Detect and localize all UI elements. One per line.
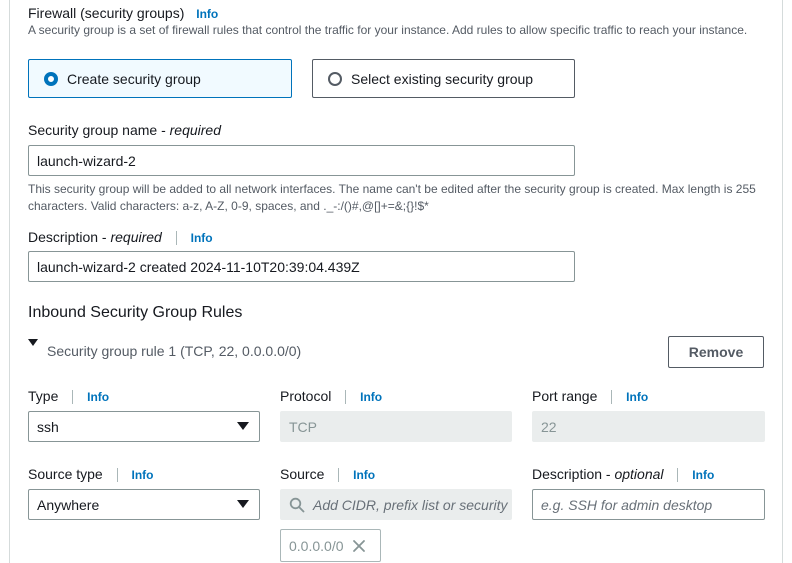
- security-group-name-input[interactable]: launch-wizard-2: [28, 145, 575, 176]
- divider: [345, 390, 347, 405]
- radio-selected-icon: [44, 71, 58, 86]
- divider: [338, 468, 340, 483]
- divider: [72, 390, 74, 405]
- rule-description-info-link[interactable]: Info: [692, 468, 714, 482]
- create-security-group-option[interactable]: Create security group: [28, 59, 292, 98]
- select-existing-security-group-label: Select existing security group: [351, 70, 534, 87]
- firewall-info-link[interactable]: Info: [196, 7, 218, 21]
- source-type-label-row: Source type Info: [28, 466, 154, 483]
- rule-title[interactable]: Security group rule 1 (TCP, 22, 0.0.0.0/…: [47, 343, 301, 359]
- source-search-input[interactable]: Add CIDR, prefix list or security: [280, 489, 512, 520]
- source-type-info-link[interactable]: Info: [132, 468, 154, 482]
- source-label-row: Source Info: [280, 466, 376, 483]
- close-icon[interactable]: [352, 539, 366, 553]
- protocol-info-link[interactable]: Info: [360, 390, 382, 404]
- remove-rule-button[interactable]: Remove: [668, 336, 764, 368]
- source-info-link[interactable]: Info: [353, 468, 375, 482]
- description-label-row: Description - required Info: [28, 229, 213, 246]
- port-range-info-link[interactable]: Info: [626, 390, 648, 404]
- description-info-link[interactable]: Info: [191, 231, 213, 245]
- divider: [175, 231, 177, 246]
- type-label-row: Type Info: [28, 388, 110, 405]
- search-icon: [289, 497, 305, 512]
- source-token: 0.0.0.0/0: [280, 529, 381, 562]
- inbound-rules-heading: Inbound Security Group Rules: [28, 304, 243, 321]
- description-input[interactable]: launch-wizard-2 created 2024-11-10T20:39…: [28, 251, 575, 282]
- port-range-label-row: Port range Info: [532, 388, 649, 405]
- firewall-title: Firewall (security groups): [28, 5, 185, 21]
- firewall-description: A security group is a set of firewall ru…: [28, 23, 748, 37]
- firewall-header: Firewall (security groups) Info: [28, 5, 218, 21]
- radio-unselected-icon: [328, 71, 342, 86]
- divider: [116, 468, 118, 483]
- protocol-label-row: Protocol Info: [280, 388, 383, 405]
- type-info-link[interactable]: Info: [87, 390, 109, 404]
- type-select[interactable]: ssh: [28, 411, 260, 442]
- port-range-field: 22: [532, 411, 765, 442]
- security-group-name-label: Security group name - required: [28, 122, 221, 138]
- source-type-select[interactable]: Anywhere: [28, 489, 260, 520]
- source-token-label: 0.0.0.0/0: [289, 537, 344, 554]
- rule-description-label-row: Description - optional Info: [532, 466, 715, 483]
- rule-description-input[interactable]: e.g. SSH for admin desktop: [532, 489, 765, 520]
- caret-down-icon: [237, 422, 249, 430]
- divider: [611, 390, 613, 405]
- caret-down-icon: [237, 500, 249, 508]
- caret-down-icon[interactable]: [28, 339, 38, 346]
- create-security-group-label: Create security group: [67, 70, 201, 87]
- divider: [677, 468, 679, 483]
- select-existing-security-group-option[interactable]: Select existing security group: [312, 59, 575, 98]
- protocol-field: TCP: [280, 411, 512, 442]
- security-group-name-hint: This security group will be added to all…: [28, 182, 756, 213]
